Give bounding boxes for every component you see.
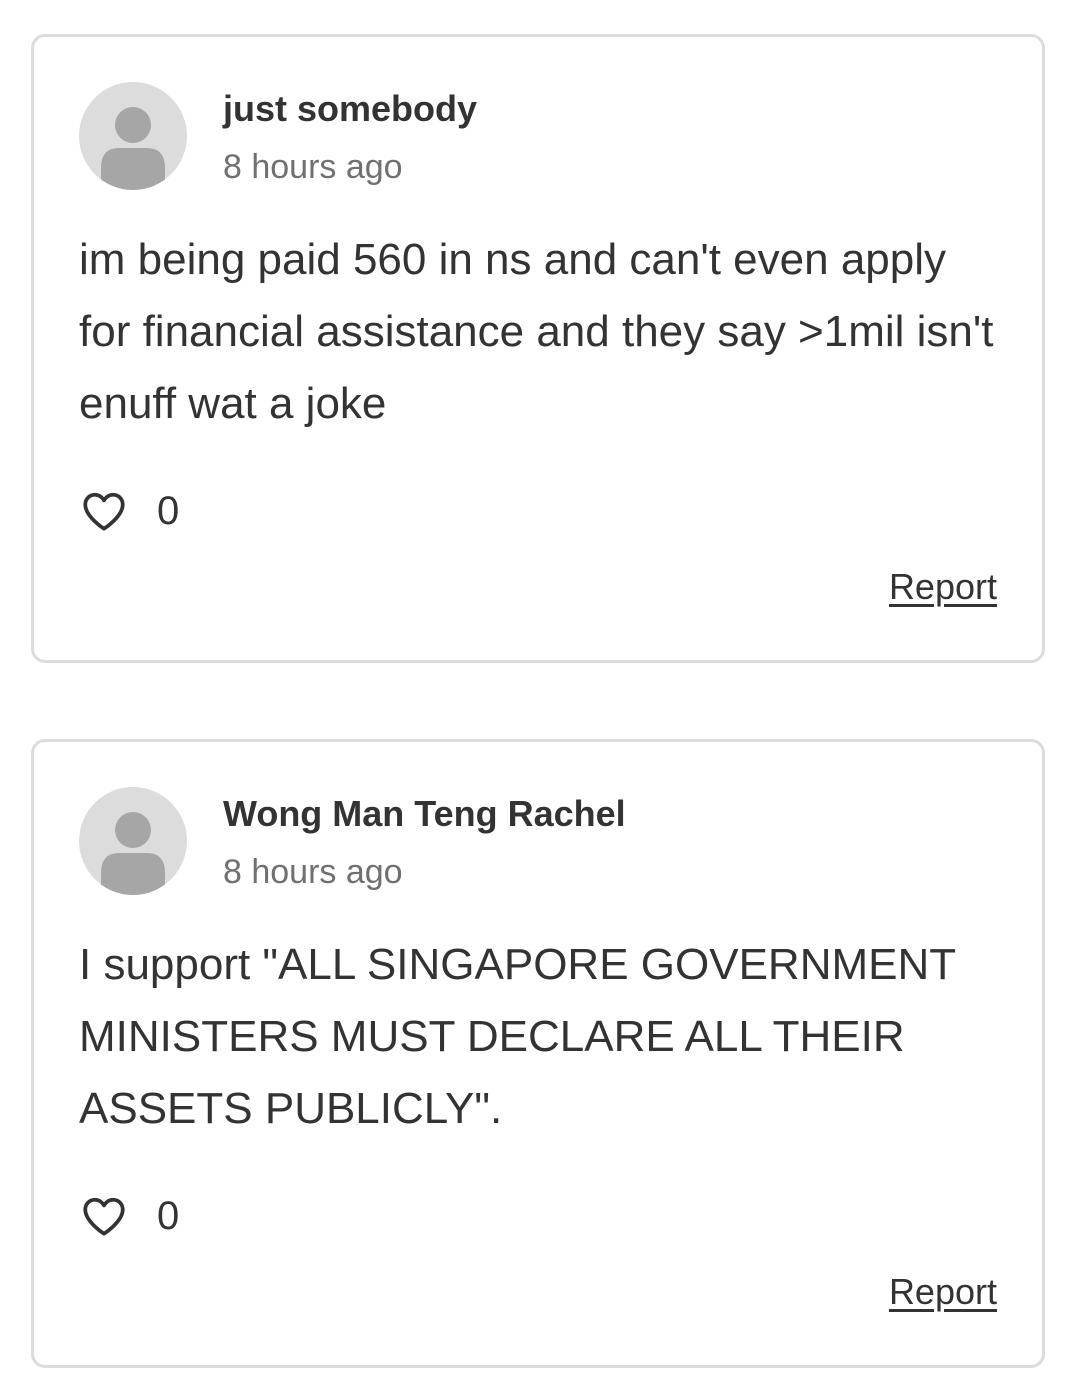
heart-outline-icon[interactable]: [79, 1191, 129, 1241]
author-name[interactable]: Wong Man Teng Rachel: [223, 792, 626, 836]
like-count: 0: [157, 489, 180, 533]
like-count: 0: [157, 1194, 180, 1238]
comment-timestamp: 8 hours ago: [223, 853, 403, 891]
comment-body: im being paid 560 in ns and can't even a…: [79, 235, 994, 428]
comment-timestamp: 8 hours ago: [223, 148, 403, 186]
author-name[interactable]: just somebody: [223, 87, 477, 131]
default-user-icon: [79, 82, 187, 190]
comment-body: I support "ALL SINGAPORE GOVERNMENT MINI…: [79, 940, 956, 1133]
like-row: 0: [79, 1188, 179, 1244]
comment-card: Wong Man Teng Rachel 8 hours ago I suppo…: [31, 739, 1045, 1368]
heart-outline-icon[interactable]: [79, 486, 129, 536]
comment-card: just somebody 8 hours ago im being paid …: [31, 34, 1045, 663]
report-link[interactable]: Report: [889, 565, 997, 609]
like-row: 0: [79, 483, 179, 539]
report-link[interactable]: Report: [889, 1270, 997, 1314]
default-user-icon: [79, 787, 187, 895]
